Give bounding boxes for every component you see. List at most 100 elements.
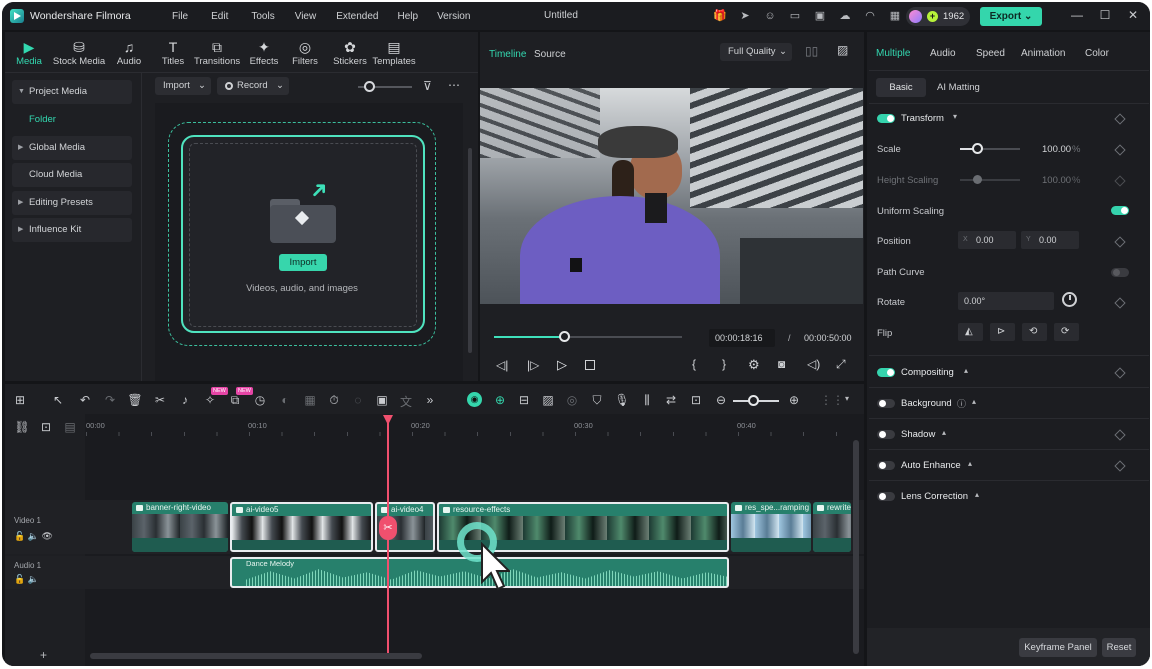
media-scrollbar[interactable] [468,148,472,353]
mark-in-icon[interactable]: { [692,357,696,371]
menu-file[interactable]: File [172,11,188,22]
zoom-in-icon[interactable]: ⊕ [786,393,802,407]
export-frame-icon[interactable]: ▣ [374,393,390,407]
split-scissors-marker-icon[interactable]: ✂ [379,516,397,540]
scale-slider-handle[interactable] [972,143,983,154]
caret-down-icon[interactable]: ▾ [845,394,849,403]
headset-icon[interactable]: ◠ [862,8,878,24]
mute-icon[interactable]: 🔈 [28,531,39,541]
mark-out-icon[interactable]: } [722,357,726,371]
tool-filters[interactable]: ◎ Filters [290,38,320,67]
tab-source[interactable]: Source [534,49,566,60]
menu-version[interactable]: Version [437,11,470,22]
menu-extended[interactable]: Extended [336,11,378,22]
tab-color[interactable]: Color [1085,48,1109,59]
zoom-out-icon[interactable]: ⊖ [713,393,729,407]
prev-frame-icon[interactable]: ◁| [496,358,508,372]
menu-tools[interactable]: Tools [251,11,274,22]
sidebar-editing-presets[interactable]: ▶ Editing Presets [12,191,132,215]
compare-view-icon[interactable]: ▯▯ [805,44,818,58]
delete-icon[interactable]: 🗑 [127,393,143,407]
stop-icon[interactable] [585,360,595,370]
menu-edit[interactable]: Edit [211,11,228,22]
layout-grid-icon[interactable]: ⊞ [12,393,28,407]
reset-button[interactable]: Reset [1102,638,1136,657]
tool-transitions[interactable]: ⧉ Transitions [194,38,240,67]
mute-icon[interactable]: 🔈 [28,574,39,584]
sidebar-cloud-media[interactable]: Cloud Media [12,163,132,187]
minimize-icon[interactable]: — [1070,8,1084,22]
quality-select[interactable]: Full Quality ⌄ [720,43,792,61]
shadow-toggle[interactable] [877,430,895,439]
user-feedback-icon[interactable]: ☺ [762,8,778,24]
video-clip[interactable]: rewrite [813,502,851,552]
background-toggle[interactable] [877,399,895,408]
export-button[interactable]: Export ⌄ [980,7,1042,26]
timeline-zoom-handle[interactable] [748,395,759,406]
rotate-right-icon[interactable]: ⟳ [1054,323,1079,341]
fullscreen-icon[interactable]: ⤢ [836,357,846,372]
lens-correction-toggle[interactable] [877,492,895,501]
close-icon[interactable]: ✕ [1126,8,1140,22]
track-settings-icon[interactable]: ⋮⋮ [820,393,844,407]
add-icon[interactable]: + [40,648,47,662]
keyframe-panel-button[interactable]: Keyframe Panel [1019,638,1097,657]
position-x-field[interactable]: X 0.00 [958,231,1016,249]
lock-icon[interactable]: 🔓 [14,531,25,541]
scale-value[interactable]: 100.00 [1042,144,1071,155]
eye-icon[interactable]: 👁 [41,531,52,541]
flip-horizontal-icon[interactable]: ◭ [958,323,983,341]
flip-vertical-icon[interactable]: ⊳ [990,323,1015,341]
send-icon[interactable]: ➤ [737,8,753,24]
picture-icon[interactable]: ▨ [540,393,556,407]
add-track-icon[interactable]: ⊡ [38,420,54,434]
replace-icon[interactable]: ⇄ [663,393,679,407]
help-icon[interactable]: ⓘ [957,397,966,410]
sidebar-folder[interactable]: Folder [12,108,132,132]
tab-timeline[interactable]: Timeline [489,49,526,60]
playback-handle[interactable] [558,331,570,342]
gift-icon[interactable]: 🎁 [712,8,728,24]
auto-ripple-icon[interactable]: ◉ [467,392,482,407]
tool-effects[interactable]: ✦ Effects [246,38,282,67]
select-tool-icon[interactable]: ↖ [50,393,66,407]
tab-animation[interactable]: Animation [1021,48,1065,59]
tool-titles[interactable]: T Titles [158,38,188,67]
ai-tool-icon[interactable]: ✧ [202,393,218,407]
video-clip[interactable]: res_spe...ramping [731,502,811,552]
tab-speed[interactable]: Speed [976,48,1005,59]
shield-icon[interactable]: ⛉ [589,393,605,408]
unlink-icon[interactable]: ⛓ [14,420,30,434]
record-dropdown[interactable]: Record ⌄ [217,77,289,95]
filter-icon[interactable]: ⊽ [423,79,432,93]
subtab-ai-matting[interactable]: AI Matting [937,82,980,93]
sidebar-project-media[interactable]: ▼ Project Media [12,80,132,104]
video-clip[interactable]: ai-video5 [230,502,373,552]
caret-up-icon[interactable]: ▴ [972,397,976,406]
compositing-toggle[interactable] [877,368,895,377]
track-manager-icon[interactable]: ▤ [62,420,78,434]
translate-icon[interactable]: 文 [398,393,414,410]
import-button[interactable]: Import [279,254,327,271]
scene-detect-icon[interactable]: ⊟ [516,393,532,407]
crop-icon[interactable]: ⧉ [227,393,243,408]
tab-audio[interactable]: Audio [930,48,956,59]
tool-media[interactable]: ▶ Media [14,38,44,67]
undo-icon[interactable]: ↶ [77,393,93,407]
menu-help[interactable]: Help [397,11,418,22]
transform-toggle[interactable] [877,114,895,123]
audio-tool-icon[interactable]: ♪ [177,393,193,407]
rotate-dial-icon[interactable] [1062,292,1077,307]
rotate-field[interactable]: 0.00° [958,292,1054,310]
tab-multiple[interactable]: Multiple [876,48,910,59]
tool-audio[interactable]: ♫ Audio [114,38,144,67]
render-settings-icon[interactable]: ⚙ [748,357,760,373]
path-curve-toggle[interactable] [1111,268,1129,277]
import-dropdown[interactable]: Import ⌄ [155,77,211,95]
time-ruler[interactable] [86,432,851,436]
zoom-slider-handle[interactable] [364,81,375,92]
monitor-icon[interactable]: ▭ [787,8,803,24]
tool-stickers[interactable]: ✿ Stickers [332,38,368,67]
rotate-left-icon[interactable]: ⟲ [1022,323,1047,341]
split-scissors-icon[interactable]: ✂ [152,393,168,407]
